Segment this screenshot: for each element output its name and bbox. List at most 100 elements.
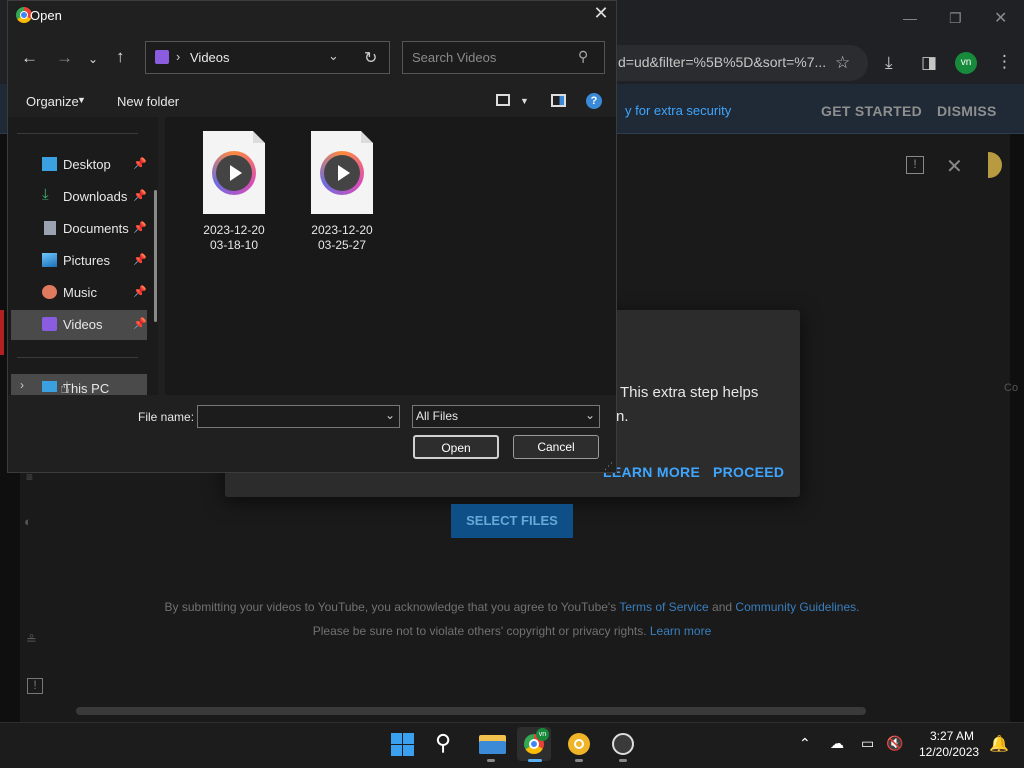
sidebar-item-label: Videos (63, 317, 103, 332)
breadcrumb-videos[interactable]: Videos (190, 50, 230, 65)
modal-text: This extra step helps (620, 384, 759, 401)
sidebar-item-music[interactable]: Music 📌 (11, 278, 147, 308)
guidelines-link[interactable]: Community Guidelines (735, 600, 856, 614)
recent-chevron-icon[interactable]: ⌄ (88, 52, 98, 66)
bookmark-star-icon[interactable]: ☆ (835, 53, 850, 73)
open-button[interactable]: Open (413, 435, 499, 459)
url-text: d=ud&filter=%5B%5D&sort=%7... (618, 54, 827, 70)
documents-icon (44, 221, 56, 235)
horizontal-scrollbar[interactable] (76, 707, 866, 715)
organize-chevron-icon[interactable]: ▼ (77, 95, 86, 105)
clock-date[interactable]: 12/20/2023 (919, 745, 979, 759)
legal-text: and (708, 600, 736, 614)
sidebar-item-this-pc[interactable]: › This PC (11, 374, 147, 396)
view-chevron-icon[interactable]: ▼ (520, 96, 529, 106)
close-icon[interactable]: ✕ (589, 3, 613, 24)
obs-button[interactable] (606, 727, 640, 761)
clock-time[interactable]: 3:27 AM (930, 729, 974, 743)
dismiss-button[interactable]: DISMISS (937, 103, 997, 119)
file-name: 2023-12-20 03-25-27 (301, 223, 383, 253)
resize-grip-icon[interactable]: ⋰ (604, 461, 613, 472)
legal-notice: By submitting your videos to YouTube, yo… (0, 600, 1024, 614)
expand-chevron-icon[interactable]: › (20, 378, 24, 392)
divider (17, 133, 138, 134)
close-upload-icon[interactable]: ✕ (946, 154, 963, 179)
download-icon[interactable]: ⤓ (885, 53, 893, 73)
profile-avatar[interactable]: vn (955, 52, 977, 74)
volume-mute-icon[interactable]: 🔇 (886, 735, 903, 752)
pictures-icon (42, 253, 57, 267)
sidebar-scrollbar[interactable] (154, 190, 157, 322)
file-name-label: File name: (138, 410, 195, 424)
divider (17, 357, 138, 358)
file-type-chevron-icon[interactable]: ⌄ (585, 408, 595, 422)
select-files-button[interactable]: SELECT FILES (451, 504, 573, 538)
file-name-dropdown-icon[interactable]: ⌄ (385, 408, 395, 422)
learn-more-button[interactable]: LEARN MORE (603, 464, 700, 480)
sidebar-item-pictures[interactable]: Pictures 📌 (11, 246, 147, 276)
proceed-button[interactable]: PROCEED (713, 464, 784, 480)
start-button[interactable] (386, 727, 420, 761)
chrome-canary-button[interactable] (562, 727, 596, 761)
search-icon[interactable]: ⚲ (578, 48, 588, 65)
pin-icon: 📌 (133, 158, 147, 170)
this-pc-icon (42, 381, 57, 392)
app-indicator (575, 759, 583, 762)
download-icon: ⤓ (42, 186, 49, 203)
file-type-value: All Files (416, 409, 459, 423)
sidebar-item-videos[interactable]: Videos 📌 (11, 310, 147, 340)
chrome-taskbar-button[interactable]: vn (517, 727, 551, 761)
video-file-icon (203, 131, 265, 214)
terms-link[interactable]: Terms of Service (619, 600, 708, 614)
file-name-input[interactable] (197, 405, 400, 428)
view-mode-icon[interactable] (496, 94, 510, 106)
sidebar-item-label: Music (63, 285, 97, 300)
sidebar-item-downloads[interactable]: ⤓ Downloads 📌 (11, 182, 147, 212)
notification-bell-icon[interactable]: 🔔 (989, 734, 1009, 754)
sidebar-item-desktop[interactable]: Desktop 📌 (11, 150, 147, 180)
side-panel-icon[interactable]: ◨ (921, 53, 937, 73)
close-window-icon[interactable]: ✕ (994, 8, 1007, 28)
onedrive-icon[interactable]: ☁ (830, 735, 844, 752)
organize-menu[interactable]: Organize (26, 94, 79, 109)
get-started-button[interactable]: GET STARTED (821, 103, 922, 119)
sidebar-item-label: Downloads (63, 189, 128, 204)
restore-icon[interactable]: ❐ (949, 10, 962, 27)
modal-text: n. (616, 408, 629, 425)
minimize-icon[interactable]: — (903, 10, 917, 26)
clipped-text: Co (1004, 382, 1019, 394)
search-placeholder[interactable]: Search Videos (412, 50, 496, 65)
feedback-icon[interactable]: ! (906, 156, 924, 174)
display-icon[interactable]: ▭ (861, 735, 874, 752)
videos-icon (42, 317, 57, 331)
address-breadcrumb[interactable] (145, 41, 390, 74)
refresh-icon[interactable]: ↻ (364, 48, 377, 68)
cancel-button[interactable]: Cancel (513, 435, 599, 459)
search-icon[interactable]: ⚲ (435, 730, 451, 756)
up-icon[interactable]: ↑ (116, 47, 125, 67)
path-dropdown-icon[interactable]: ⌄ (328, 48, 339, 64)
file-name-line: 03-18-10 (209, 238, 259, 252)
feedback-icon[interactable]: ! (27, 678, 43, 694)
new-folder-button[interactable]: New folder (117, 94, 179, 109)
back-icon[interactable]: ← (21, 48, 38, 68)
desktop-icon (42, 157, 57, 171)
sidebar-item-label: Pictures (63, 253, 110, 268)
preview-pane-icon[interactable] (551, 94, 566, 107)
menu-dots-icon[interactable]: ⋮ (996, 52, 1013, 72)
app-indicator (528, 759, 542, 762)
help-icon[interactable]: ? (586, 93, 602, 109)
video-file-icon (311, 131, 373, 214)
file-explorer-button[interactable] (476, 727, 510, 761)
music-icon (42, 285, 57, 299)
forward-icon[interactable]: → (56, 48, 73, 68)
tray-overflow-icon[interactable]: ⌃ (799, 735, 811, 752)
sidebar-item-documents[interactable]: Documents 📌 (11, 214, 147, 244)
learn-more-link[interactable]: Learn more (650, 624, 711, 638)
pin-icon: 📌 (133, 254, 147, 266)
security-banner-text[interactable]: y for extra security (625, 103, 731, 118)
legal-text: By submitting your videos to YouTube, yo… (164, 600, 620, 614)
videos-folder-icon (155, 50, 169, 64)
file-name-line: 03-25-27 (317, 238, 367, 252)
app-indicator (619, 759, 627, 762)
